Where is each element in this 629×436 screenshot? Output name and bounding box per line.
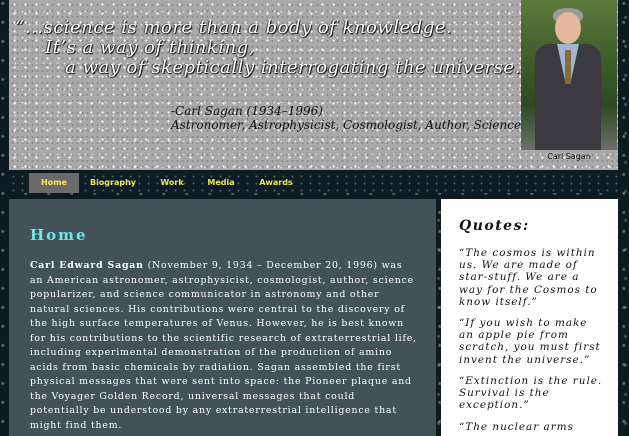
portrait-tie	[565, 50, 571, 84]
quote-item: “The nuclear arms race	[459, 421, 574, 436]
portrait-photo	[521, 0, 617, 150]
nav-work-link[interactable]: Work	[155, 173, 189, 193]
nav-awards-link[interactable]: Awards	[255, 173, 297, 193]
nav-biography-link[interactable]: Biography	[89, 173, 137, 193]
subject-name: Carl Edward Sagan	[30, 260, 144, 271]
page-title: Home	[30, 226, 88, 244]
quotes-heading: Quotes:	[459, 218, 530, 234]
header-quote-line-3: a way of skeptically interrogating the u…	[65, 57, 543, 78]
photo-caption: Carl Sagan	[547, 152, 591, 161]
attribution-roles: Astronomer, Astrophysicist, Cosmologist,…	[171, 118, 582, 132]
nav-home-link[interactable]: Home	[29, 173, 79, 193]
header-quote-line-2: It’s a way of thinking,	[45, 37, 255, 58]
header-quote-line-1: “...science is more than a body of knowl…	[15, 17, 453, 38]
quote-item: “Extinction is the rule. Survival is the…	[459, 375, 603, 412]
portrait-face	[555, 12, 581, 44]
biography-text: (November 9, 1934 – December 20, 1996) w…	[30, 260, 417, 431]
main-content: Home Carl Edward Sagan (November 9, 1934…	[9, 199, 436, 436]
quote-item: “If you wish to make an apple pie from s…	[459, 317, 601, 366]
header-banner: “...science is more than a body of knowl…	[9, 0, 618, 170]
biography-paragraph: Carl Edward Sagan (November 9, 1934 – De…	[30, 259, 418, 433]
quote-item: “The cosmos is within us. We are made of…	[459, 247, 598, 308]
attribution-name: -Carl Sagan (1934–1996)	[171, 104, 323, 118]
quotes-panel: Quotes: “The cosmos is within us. We are…	[441, 199, 618, 436]
nav-media-link[interactable]: Media	[204, 173, 238, 193]
nav-bar: Home Biography Work Media Awards	[9, 173, 618, 193]
